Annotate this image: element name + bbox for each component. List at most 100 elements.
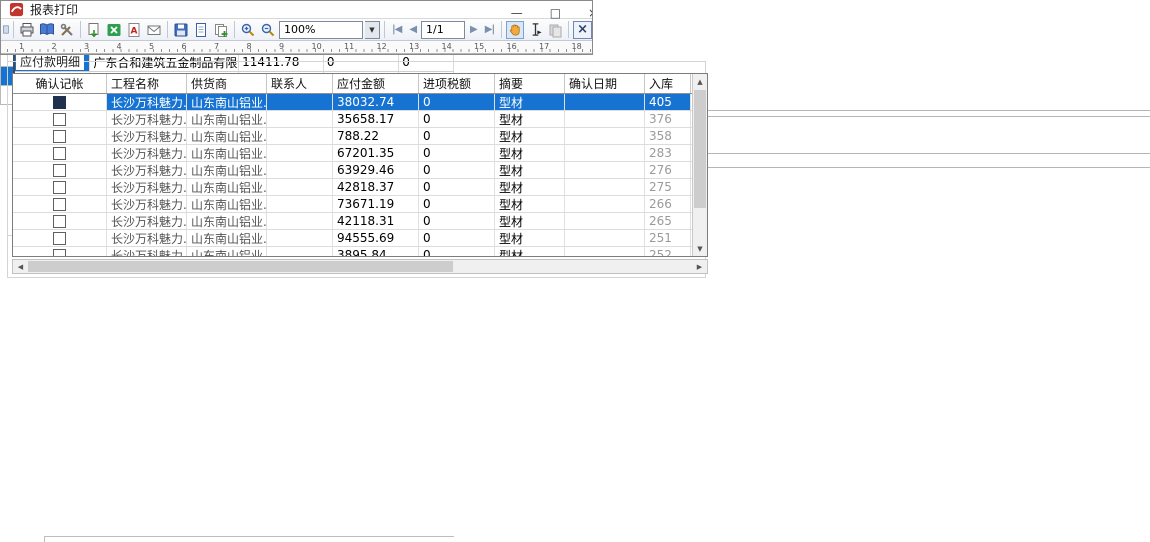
- scrollbar-thumb[interactable]: [28, 261, 453, 272]
- ruler-mark: 11: [344, 42, 354, 51]
- prev-page-icon[interactable]: ◀: [406, 24, 419, 35]
- toolbar-separator: [167, 21, 168, 38]
- close-preview-icon[interactable]: ×: [573, 21, 592, 39]
- table-row[interactable]: 长沙万科魅力...山东南山铝业...42118.310型材265: [13, 213, 707, 230]
- ruler-ticks: [7, 49, 592, 52]
- horizontal-ruler: 123456789101112131415161718192021: [1, 41, 592, 54]
- confirm-checkbox[interactable]: [53, 198, 66, 211]
- scrollbar-thumb[interactable]: [694, 90, 706, 208]
- ruler-mark: 2: [52, 42, 57, 51]
- settings-tools-icon[interactable]: [58, 21, 76, 39]
- vertical-scrollbar[interactable]: ▲ ▼: [692, 74, 707, 256]
- maximize-icon[interactable]: □: [550, 6, 561, 20]
- column-header: 应付金额: [333, 74, 419, 93]
- zoom-level-value: 100%: [284, 23, 315, 36]
- next-page-icon[interactable]: ▶: [467, 24, 480, 35]
- confirm-checkbox[interactable]: [53, 232, 66, 245]
- report-icon[interactable]: [0, 21, 9, 39]
- column-header: 联系人: [267, 74, 333, 93]
- table-row[interactable]: 长沙万科魅力...山东南山铝业...42818.370型材275: [13, 179, 707, 196]
- group-title: 应付款明细: [16, 53, 84, 70]
- print-icon[interactable]: [18, 21, 36, 39]
- scroll-right-icon[interactable]: ▶: [692, 263, 707, 271]
- table-row[interactable]: 长沙万科魅力...山东南山铝业...67201.350型材283: [13, 145, 707, 162]
- ruler-mark: 13: [409, 42, 419, 51]
- table-row[interactable]: 长沙万科魅力...山东南山铝业...94555.690型材251: [13, 230, 707, 247]
- column-header: 摘要: [495, 74, 565, 93]
- table-row[interactable]: 长沙万科魅力...山东南山铝业...35658.170型材376: [13, 111, 707, 128]
- toolbar-separator: [501, 21, 502, 38]
- table-header-row: 确认记帐工程名称供货商联系人应付金额进项税额摘要确认日期入库: [13, 74, 707, 94]
- excel-export-icon[interactable]: [105, 21, 123, 39]
- confirm-checkbox[interactable]: [53, 164, 66, 177]
- ruler-mark: 5: [149, 42, 154, 51]
- last-page-icon[interactable]: ▶|: [482, 24, 497, 35]
- zoom-level-input[interactable]: 100%: [279, 21, 363, 39]
- page-indicator-value: 1/1: [426, 23, 444, 36]
- horizontal-scrollbar[interactable]: ◀ ▶: [12, 259, 708, 274]
- column-header: 确认记帐: [13, 74, 107, 93]
- copy-pages-icon[interactable]: [546, 21, 564, 39]
- title-bar[interactable]: 报表打印 — □ ×: [1, 1, 592, 18]
- scroll-down-icon[interactable]: ▼: [693, 241, 707, 256]
- app-gem-icon: [9, 2, 24, 17]
- zoom-in-icon[interactable]: [239, 21, 257, 39]
- confirm-checkbox[interactable]: [53, 249, 66, 258]
- ruler-mark: 12: [377, 42, 387, 51]
- first-page-icon[interactable]: |◀: [389, 24, 404, 35]
- ruler-mark: 1: [19, 42, 24, 51]
- ruler-mark: 8: [247, 42, 252, 51]
- hand-pan-tool-icon[interactable]: [506, 21, 524, 39]
- ruler-mark: 14: [442, 42, 452, 51]
- table-row[interactable]: 长沙万科魅力...山东南山铝业...3895.840型材252: [13, 247, 707, 257]
- bg-form-line: [705, 153, 1150, 154]
- ruler-mark: 9: [279, 42, 284, 51]
- bg-form-line: [705, 110, 1150, 111]
- save-icon[interactable]: [172, 21, 190, 39]
- confirm-checkbox[interactable]: [53, 147, 66, 160]
- export-icon[interactable]: [85, 21, 103, 39]
- toolbar-separator: [568, 21, 569, 38]
- zoom-out-icon[interactable]: [259, 21, 277, 39]
- confirm-checkbox[interactable]: [53, 181, 66, 194]
- single-page-icon[interactable]: [192, 21, 210, 39]
- column-header: 确认日期: [565, 74, 645, 93]
- multi-page-icon[interactable]: [212, 21, 230, 39]
- confirm-checkbox[interactable]: [53, 130, 66, 143]
- report-print-window: 报表打印 — □ × A: [0, 0, 593, 55]
- table-row[interactable]: 长沙万科魅力...山东南山铝业...38032.740型材405: [13, 94, 707, 111]
- bg-form-line: [705, 167, 1150, 168]
- column-header: 进项税额: [419, 74, 495, 93]
- confirm-checkbox[interactable]: [53, 96, 66, 109]
- toolbar-separator: [234, 21, 235, 38]
- bg-bottom-line: [44, 536, 45, 542]
- ruler-mark: 10: [312, 42, 322, 51]
- ruler-mark: 6: [182, 42, 187, 51]
- table-row[interactable]: 长沙万科魅力...山东南山铝业...788.220型材358: [13, 128, 707, 145]
- window-title: 报表打印: [30, 1, 78, 18]
- report-toolbar: A 100% ▼ |◀ ◀ 1/1 ▶ ▶|: [1, 18, 592, 41]
- confirm-checkbox[interactable]: [53, 215, 66, 228]
- close-icon[interactable]: ×: [588, 6, 593, 20]
- svg-text:A: A: [131, 26, 138, 36]
- pdf-export-icon[interactable]: A: [125, 21, 143, 39]
- bg-form-line: [705, 116, 1150, 117]
- zoom-dropdown-icon[interactable]: ▼: [365, 21, 380, 39]
- confirm-checkbox[interactable]: [53, 113, 66, 126]
- payable-detail-group: 应付款明细 确认记帐工程名称供货商联系人应付金额进项税额摘要确认日期入库 长沙万…: [7, 61, 706, 278]
- minimize-icon[interactable]: —: [511, 6, 523, 20]
- text-select-tool-icon[interactable]: [526, 21, 544, 39]
- table-row[interactable]: 长沙万科魅力...山东南山铝业...63929.460型材276: [13, 162, 707, 179]
- ruler-mark: 3: [84, 42, 89, 51]
- table-row[interactable]: 长沙万科魅力...山东南山铝业...73671.190型材266: [13, 196, 707, 213]
- toolbar-separator: [384, 21, 385, 38]
- ruler-mark: 16: [507, 42, 517, 51]
- scroll-up-icon[interactable]: ▲: [693, 74, 707, 89]
- book-icon[interactable]: [38, 21, 56, 39]
- mail-icon[interactable]: [145, 21, 163, 39]
- page-indicator-input[interactable]: 1/1: [421, 21, 465, 39]
- scroll-left-icon[interactable]: ◀: [13, 263, 28, 271]
- ruler-mark: 7: [214, 42, 219, 51]
- ruler-mark: 17: [539, 42, 549, 51]
- bg-bottom-line: [44, 536, 454, 537]
